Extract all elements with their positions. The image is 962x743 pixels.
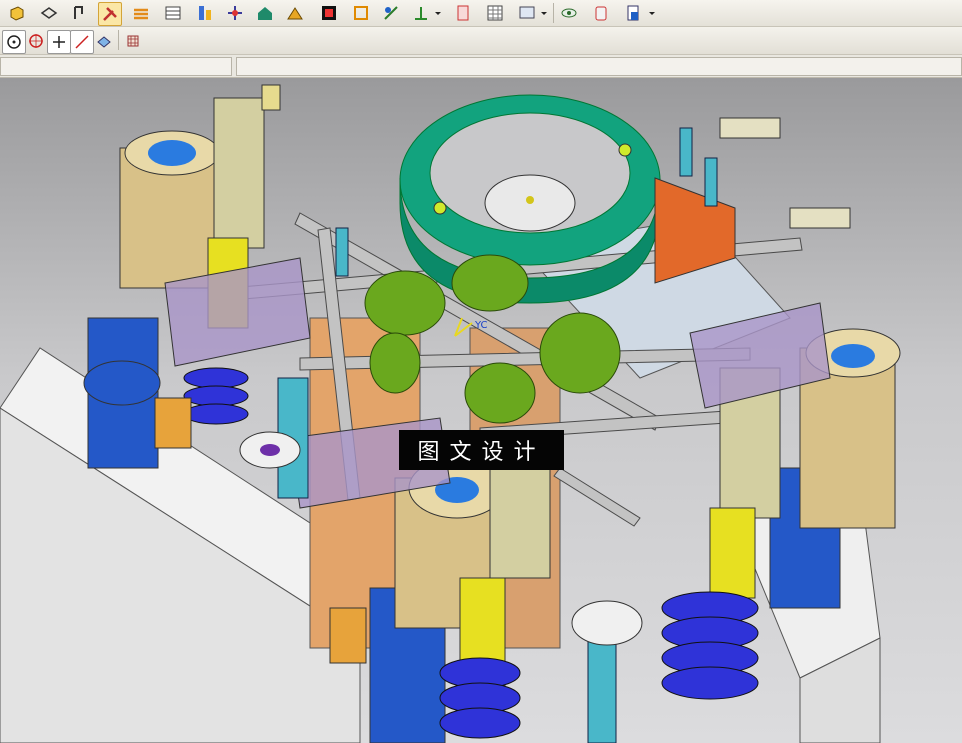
sketch-icon[interactable] bbox=[38, 2, 60, 24]
home-icon[interactable] bbox=[254, 2, 276, 24]
measure-icon[interactable] bbox=[284, 2, 306, 24]
part-icon[interactable] bbox=[6, 2, 28, 24]
analysis-icon[interactable] bbox=[410, 2, 432, 24]
selection-scope-field[interactable] bbox=[236, 57, 962, 76]
main-toolbar bbox=[0, 0, 962, 27]
filter-grid-icon[interactable] bbox=[122, 30, 144, 52]
bin-icon[interactable] bbox=[590, 2, 612, 24]
display-icon[interactable] bbox=[516, 2, 538, 24]
datum-icon[interactable] bbox=[380, 2, 402, 24]
dropdown-arrow-icon[interactable] bbox=[434, 2, 442, 24]
layers-icon[interactable] bbox=[130, 2, 152, 24]
eye-icon[interactable] bbox=[558, 2, 580, 24]
triad-yc-label: YC bbox=[474, 320, 488, 331]
snap-toolbar bbox=[0, 27, 962, 55]
type-filter-field[interactable] bbox=[0, 57, 232, 76]
extrude-icon[interactable] bbox=[68, 2, 90, 24]
assembly-icon[interactable] bbox=[194, 2, 216, 24]
grid-icon[interactable] bbox=[484, 2, 506, 24]
document-icon[interactable] bbox=[622, 2, 644, 24]
tools-icon[interactable] bbox=[98, 2, 122, 26]
selection-bar bbox=[0, 55, 962, 78]
view-icon[interactable] bbox=[93, 30, 115, 52]
dropdown-arrow-icon[interactable] bbox=[540, 2, 548, 24]
section-icon[interactable] bbox=[318, 2, 340, 24]
constraint-icon[interactable] bbox=[224, 2, 246, 24]
table-icon[interactable] bbox=[162, 2, 184, 24]
assembly-model: YC bbox=[0, 84, 901, 743]
center-point-icon[interactable] bbox=[2, 30, 26, 54]
dropdown-arrow-icon[interactable] bbox=[648, 2, 656, 24]
line-snap-icon[interactable] bbox=[70, 30, 94, 54]
move-icon[interactable] bbox=[350, 2, 372, 24]
graphics-viewport[interactable]: YC 图文设计 bbox=[0, 78, 962, 743]
wave-icon[interactable] bbox=[452, 2, 474, 24]
circle-snap-icon[interactable] bbox=[25, 30, 47, 52]
cross-snap-icon[interactable] bbox=[47, 30, 71, 54]
watermark-label: 图文设计 bbox=[399, 430, 564, 470]
